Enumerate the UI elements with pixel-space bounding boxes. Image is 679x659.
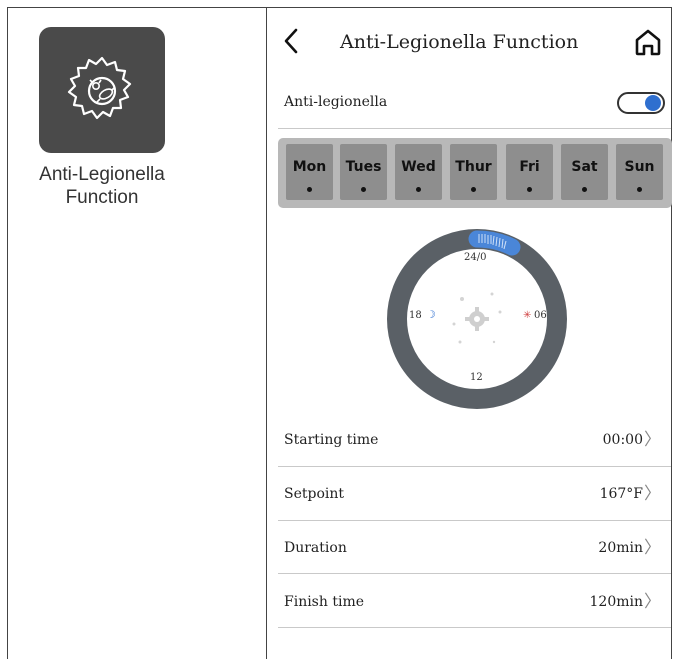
day-sat[interactable]: Sat xyxy=(561,144,608,200)
duration-row[interactable]: Duration 20min 〉 xyxy=(278,522,671,574)
day-dot xyxy=(582,187,587,192)
setting-value: 120min xyxy=(589,594,644,610)
chevron-right-icon: 〉 xyxy=(644,484,661,504)
day-dot xyxy=(361,187,366,192)
dial-label-bottom: 12 xyxy=(470,372,483,383)
day-sun[interactable]: Sun xyxy=(616,144,663,200)
day-wed[interactable]: Wed xyxy=(395,144,442,200)
setting-label: Starting time xyxy=(284,432,379,448)
chevron-right-icon: 〉 xyxy=(644,592,661,612)
separator xyxy=(278,627,671,628)
home-icon xyxy=(635,29,661,56)
app-label-line2: Function xyxy=(65,187,139,208)
bacteria-gear-icon xyxy=(67,56,132,120)
panel-divider xyxy=(266,7,267,659)
day-fri[interactable]: Fri xyxy=(506,144,553,200)
back-chevron-icon xyxy=(284,28,298,54)
day-dot xyxy=(527,187,532,192)
setting-value: 00:00 xyxy=(602,432,643,448)
day-label: Tues xyxy=(345,159,382,175)
separator xyxy=(278,520,671,521)
dial-label-left: 18 xyxy=(409,310,422,321)
starting-time-row[interactable]: Starting time 00:00 〉 xyxy=(278,414,671,466)
day-label: Sun xyxy=(624,159,655,175)
app-tile[interactable] xyxy=(39,27,165,153)
day-dot xyxy=(307,187,312,192)
anti-legionella-row: Anti-legionella xyxy=(278,76,671,128)
setting-label: Finish time xyxy=(284,594,365,610)
day-label: Fri xyxy=(519,159,540,175)
app-label-line1: Anti-Legionella xyxy=(39,164,165,185)
separator xyxy=(278,573,671,574)
gear-icon xyxy=(465,307,489,331)
sun-icon: ✳ xyxy=(523,310,532,321)
day-label: Thur xyxy=(455,159,492,175)
day-dot xyxy=(637,187,642,192)
moon-icon: ☽ xyxy=(426,308,436,321)
setting-label: Duration xyxy=(284,540,347,556)
anti-legionella-label: Anti-legionella xyxy=(284,94,388,110)
day-label: Sat xyxy=(571,159,598,175)
page-title: Anti-Legionella Function xyxy=(340,31,579,53)
day-label: Wed xyxy=(401,159,436,175)
chevron-right-icon: 〉 xyxy=(644,538,661,558)
app-label: Anti-Legionella Function xyxy=(7,163,197,209)
setting-value: 20min xyxy=(598,540,643,556)
day-dot xyxy=(416,187,421,192)
setpoint-row[interactable]: Setpoint 167°F 〉 xyxy=(278,468,671,520)
dial-label-top: 24/0 xyxy=(464,252,487,263)
day-label: Mon xyxy=(292,159,327,175)
finish-time-row[interactable]: Finish time 120min 〉 xyxy=(278,576,671,628)
chevron-right-icon: 〉 xyxy=(644,430,661,450)
schedule-dial[interactable]: 24/0 ✳ 06 12 18 ☽ xyxy=(382,224,572,414)
separator xyxy=(278,466,671,467)
day-thur[interactable]: Thur xyxy=(450,144,497,200)
setting-label: Setpoint xyxy=(284,486,345,502)
home-button[interactable] xyxy=(633,27,663,57)
anti-legionella-toggle[interactable] xyxy=(617,92,665,114)
back-button[interactable] xyxy=(281,26,303,56)
day-mon[interactable]: Mon xyxy=(286,144,333,200)
day-tues[interactable]: Tues xyxy=(340,144,387,200)
separator xyxy=(278,128,671,129)
toggle-knob xyxy=(645,95,661,111)
day-selector: Mon Tues Wed Thur Fri Sat Sun xyxy=(278,138,672,208)
dial-label-right: 06 xyxy=(534,310,547,321)
day-dot xyxy=(471,187,476,192)
setting-value: 167°F xyxy=(599,486,643,502)
